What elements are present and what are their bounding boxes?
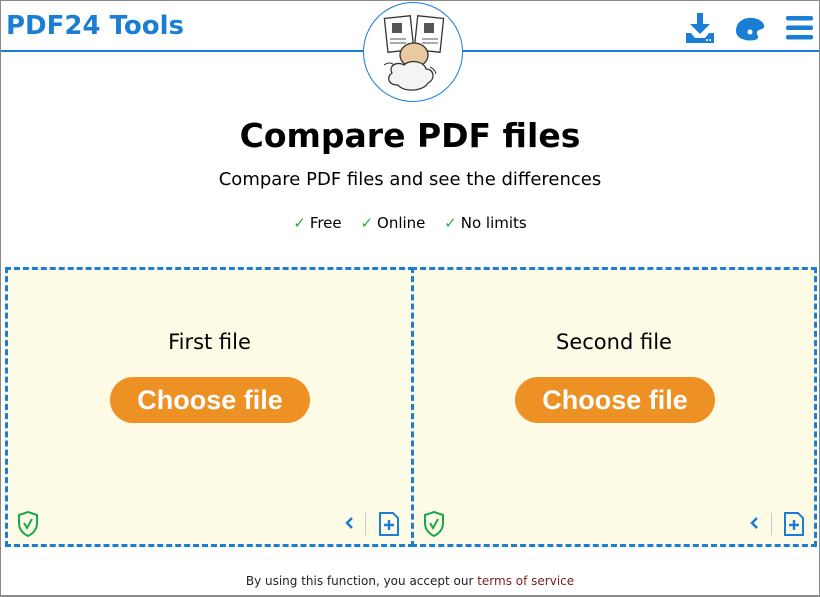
check-icon: ✓ (444, 214, 457, 232)
menu-icon[interactable] (783, 11, 817, 45)
choose-first-file-button[interactable]: Choose file (110, 377, 310, 423)
download-icon[interactable] (683, 11, 717, 45)
chevron-left-icon[interactable] (342, 514, 356, 532)
divider (365, 513, 366, 535)
feature-online: ✓ Online (360, 214, 425, 232)
footer-notice: By using this function, you accept our t… (0, 574, 820, 588)
feature-no-limits: ✓ No limits (444, 214, 527, 232)
mascot-image (363, 2, 463, 102)
divider (771, 513, 772, 535)
check-icon: ✓ (360, 214, 374, 232)
shield-check-icon (18, 510, 38, 538)
footer-text: By using this function, you accept our (245, 574, 478, 588)
shield-check-icon (424, 510, 444, 538)
second-file-label: Second file (556, 330, 672, 354)
feature-list: ✓ Free ✓ Online ✓ No limits (0, 214, 820, 232)
page-subtitle: Compare PDF files and see the difference… (218, 169, 602, 190)
palette-icon[interactable] (733, 11, 767, 45)
feature-label: No limits (460, 214, 527, 232)
feature-free: ✓ Free (293, 214, 341, 232)
choose-second-file-button[interactable]: Choose file (515, 377, 715, 423)
logo[interactable]: PDF24 Tools (6, 11, 184, 41)
page-title: Compare PDF files (239, 116, 581, 155)
add-file-icon[interactable] (377, 510, 401, 538)
feature-label: Free (309, 214, 342, 232)
check-icon: ✓ (293, 214, 306, 232)
chevron-left-icon[interactable] (747, 514, 761, 532)
second-file-dropzone[interactable]: Second file Choose file (411, 267, 817, 547)
first-file-dropzone[interactable]: First file Choose file (5, 267, 414, 547)
feature-label: Online (377, 214, 426, 232)
terms-of-service-link[interactable]: terms of service (477, 574, 574, 588)
add-file-icon[interactable] (782, 510, 806, 538)
first-file-label: First file (168, 330, 251, 354)
